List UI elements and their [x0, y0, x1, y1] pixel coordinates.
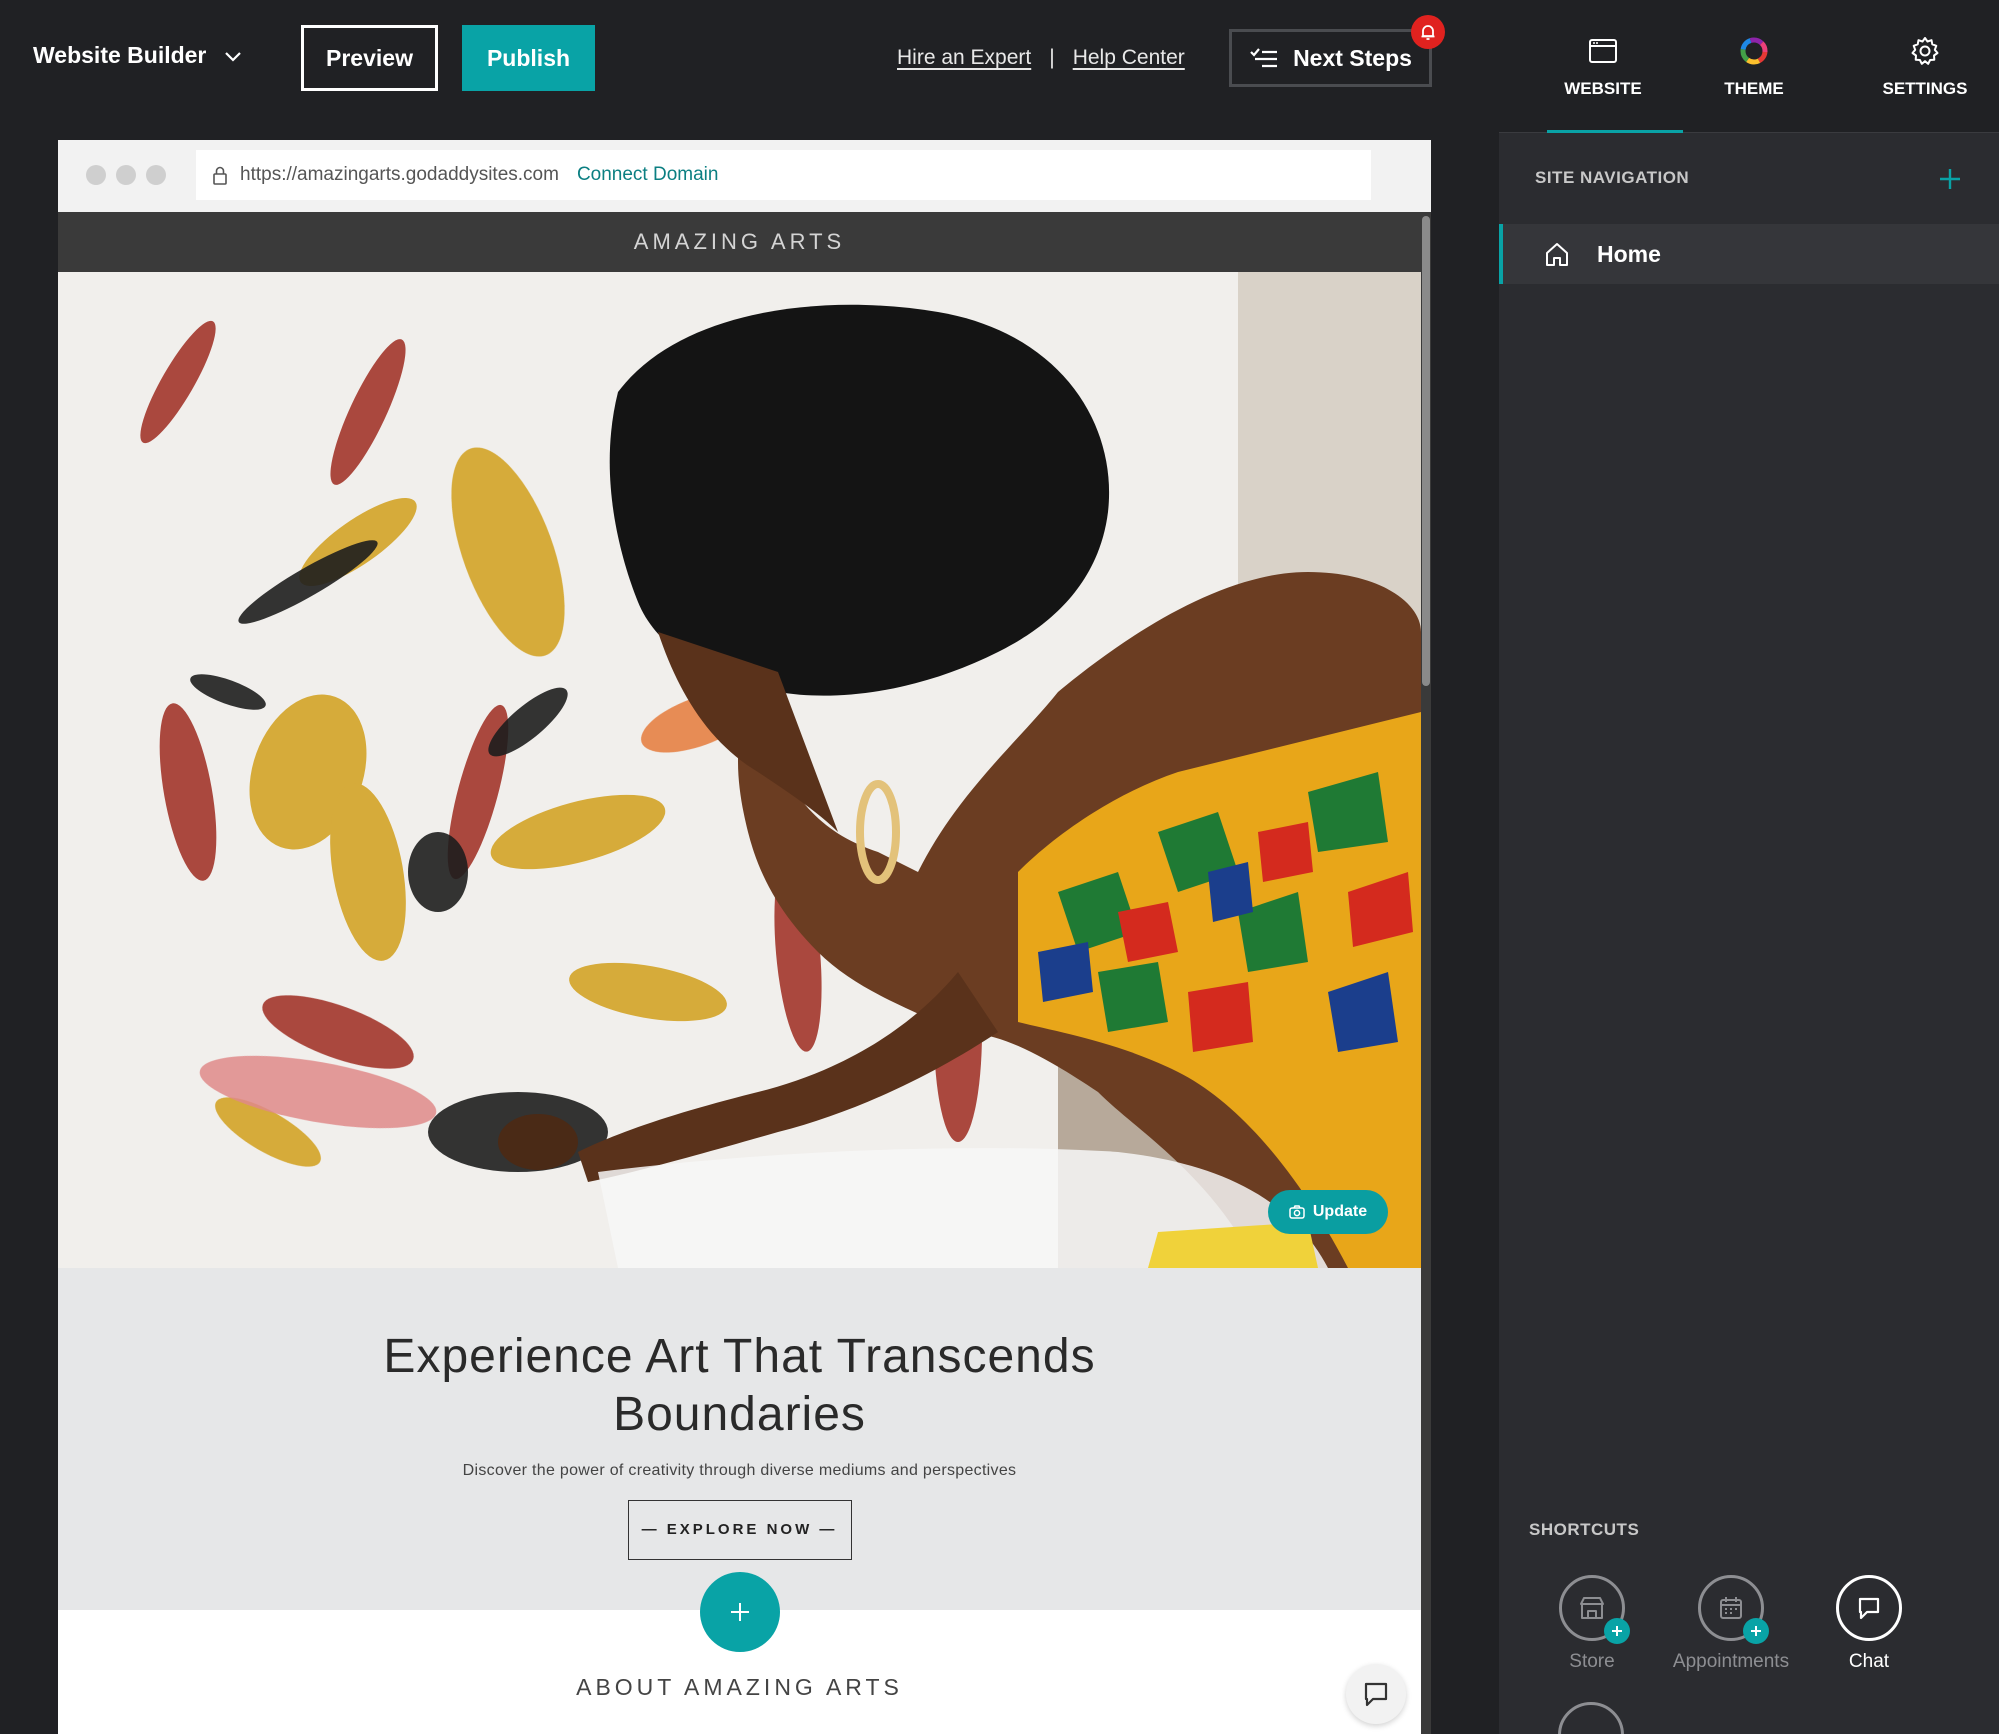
preview-button[interactable]: Preview: [301, 25, 438, 91]
next-steps-button[interactable]: Next Steps: [1229, 29, 1432, 87]
connect-domain-link[interactable]: Connect Domain: [577, 164, 719, 186]
add-store-icon: [1604, 1618, 1630, 1644]
chevron-down-icon: [225, 51, 242, 62]
shortcut-chat-label: Chat: [1848, 1651, 1890, 1672]
tab-theme-label: THEME: [1724, 78, 1784, 98]
lock-icon: [213, 166, 227, 185]
tab-website-label: WEBSITE: [1564, 78, 1642, 98]
add-page-icon[interactable]: [1935, 164, 1965, 194]
tab-theme[interactable]: THEME: [1674, 0, 1834, 133]
link-separator: |: [1049, 46, 1055, 69]
nav-item-home-label: Home: [1597, 240, 1661, 267]
bell-icon: [1421, 25, 1435, 40]
update-label: Update: [1312, 1203, 1368, 1220]
shortcuts-heading: SHORTCUTS: [1529, 1520, 1640, 1539]
hero-image[interactable]: [58, 272, 1421, 1268]
hire-expert-link[interactable]: Hire an Expert: [897, 46, 1031, 70]
update-image-button[interactable]: Update: [1268, 1190, 1388, 1234]
store-circle: [1559, 1575, 1630, 1644]
publish-button[interactable]: Publish: [462, 25, 595, 91]
site-navigation-heading: SITE NAVIGATION: [1535, 168, 1690, 187]
gear-icon: [1911, 36, 1939, 65]
preview-scrollbar-thumb[interactable]: [1422, 216, 1430, 686]
calendar-icon: [1720, 1597, 1742, 1619]
hero-headline: Experience Art That Transcends Boundarie…: [58, 1328, 1421, 1444]
shortcut-store-label: Store: [1569, 1651, 1615, 1672]
tab-website[interactable]: WEBSITE: [1523, 0, 1683, 133]
site-preview-frame: https://amazingarts.godaddysites.com Con…: [58, 140, 1431, 1734]
window-dots: [86, 165, 166, 185]
hero-subline: Discover the power of creativity through…: [462, 1462, 1017, 1479]
next-steps-label: Next Steps: [1293, 44, 1412, 71]
browser-window-icon: [1589, 38, 1617, 63]
shortcut-store[interactable]: Store: [1517, 1575, 1667, 1673]
tab-settings-label: SETTINGS: [1882, 78, 1968, 98]
plus-icon: [731, 1603, 749, 1621]
checklist-icon: [1250, 48, 1278, 68]
hero-text-section[interactable]: Experience Art That Transcends Boundarie…: [58, 1268, 1421, 1610]
shortcut-chat[interactable]: Chat: [1794, 1575, 1944, 1673]
browser-bar: https://amazingarts.godaddysites.com Con…: [58, 140, 1431, 212]
site-header[interactable]: AMAZING ARTS: [58, 212, 1421, 272]
headline-line-1: Experience Art That Transcends: [383, 1330, 1096, 1383]
panel-tabs: WEBSITE THEME SETTINGS: [1499, 0, 1999, 133]
help-center-link[interactable]: Help Center: [1073, 46, 1185, 70]
chat-icon: [1364, 1682, 1388, 1707]
home-icon: [1546, 243, 1568, 266]
chat-circle: [1836, 1575, 1902, 1641]
color-wheel-icon: [1740, 37, 1768, 64]
shortcut-appointments[interactable]: Appointments: [1656, 1575, 1806, 1673]
website-builder-menu[interactable]: Website Builder: [33, 42, 244, 69]
editor-panel: WEBSITE THEME SETTINGS SITE NAVIGATION H…: [1499, 0, 1999, 1734]
camera-icon: [1289, 1205, 1305, 1219]
tab-settings[interactable]: SETTINGS: [1845, 0, 1999, 133]
notification-badge[interactable]: [1411, 15, 1445, 49]
artist-painting-image: [58, 272, 1421, 1268]
add-section-button[interactable]: [700, 1572, 780, 1652]
chat-icon: [1858, 1597, 1880, 1620]
headline-line-2: Boundaries: [613, 1388, 866, 1441]
add-appointments-icon: [1743, 1618, 1769, 1644]
about-title: ABOUT AMAZING ARTS: [576, 1674, 903, 1700]
shortcut-appointments-label: Appointments: [1672, 1651, 1790, 1672]
site-title: AMAZING ARTS: [633, 229, 846, 254]
nav-item-home[interactable]: Home: [1499, 224, 1999, 284]
appointments-circle: [1698, 1575, 1769, 1644]
site-url: https://amazingarts.godaddysites.com: [240, 164, 559, 185]
store-icon: [1580, 1597, 1604, 1619]
explore-now-button[interactable]: — EXPLORE NOW —: [627, 1500, 852, 1560]
url-bar: https://amazingarts.godaddysites.com Con…: [196, 150, 1371, 200]
top-bar: Website Builder Preview Publish Hire an …: [0, 0, 1499, 118]
top-links: Hire an Expert | Help Center: [897, 46, 1185, 70]
brand-label: Website Builder: [33, 42, 207, 68]
site-chat-button[interactable]: [1346, 1664, 1406, 1724]
